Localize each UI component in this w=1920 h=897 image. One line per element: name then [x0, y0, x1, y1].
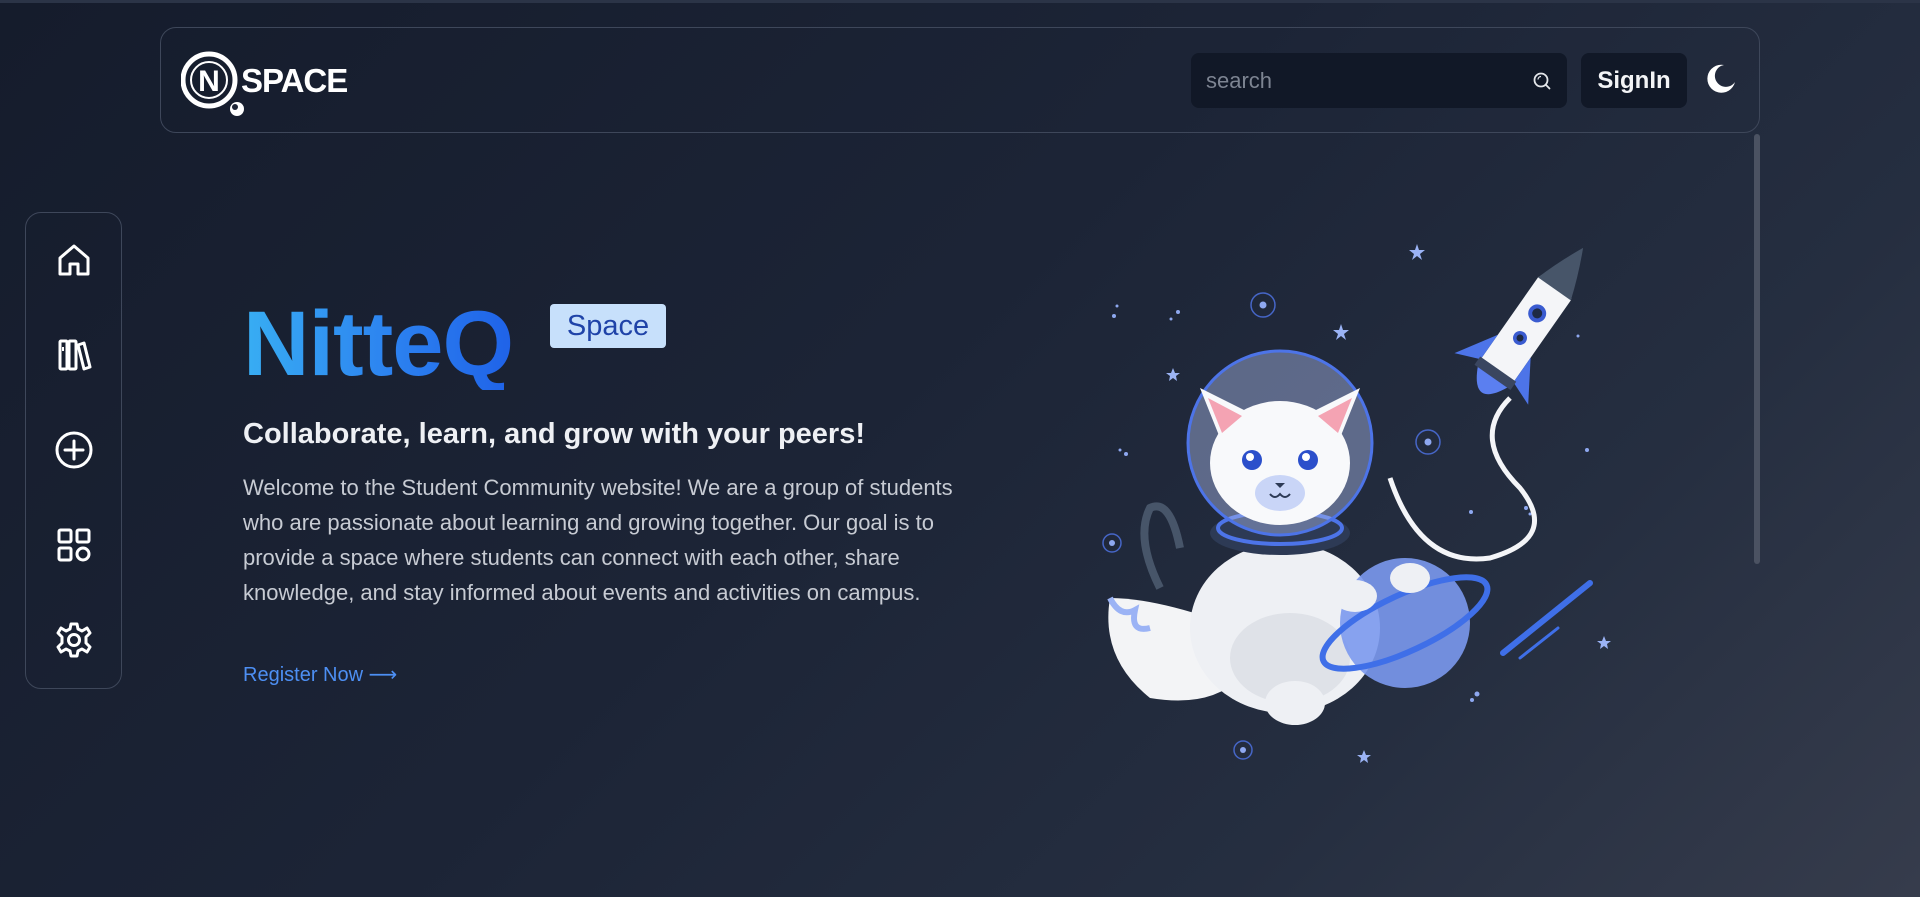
- home-icon[interactable]: [54, 240, 94, 280]
- hero-description: Welcome to the Student Community website…: [243, 475, 953, 605]
- grid-icon[interactable]: [54, 525, 94, 565]
- hero-title: NitteQ: [243, 293, 514, 395]
- space-badge: Space: [550, 304, 666, 348]
- top-border: [0, 0, 1920, 3]
- register-now-link[interactable]: Register Now ⟶: [243, 662, 397, 687]
- top-navbar: N SPACE SignIn: [160, 27, 1760, 133]
- page-scrollbar[interactable]: [1754, 134, 1760, 564]
- books-icon[interactable]: [54, 335, 94, 375]
- logo-wordmark: SPACE: [241, 62, 347, 99]
- logo-mark: N: [198, 65, 220, 98]
- site-logo[interactable]: N SPACE: [180, 50, 361, 120]
- moon-icon[interactable]: [1704, 62, 1738, 96]
- sidebar: [25, 212, 122, 689]
- search-box: [1191, 53, 1567, 108]
- astronaut-cat-illustration: [1090, 238, 1630, 768]
- signin-button[interactable]: SignIn: [1581, 53, 1687, 108]
- gear-icon[interactable]: [54, 620, 94, 660]
- search-icon[interactable]: [1531, 70, 1553, 92]
- hero-subtitle: Collaborate, learn, and grow with your p…: [243, 418, 865, 450]
- search-input[interactable]: [1191, 53, 1511, 108]
- plus-circle-icon[interactable]: [54, 430, 94, 470]
